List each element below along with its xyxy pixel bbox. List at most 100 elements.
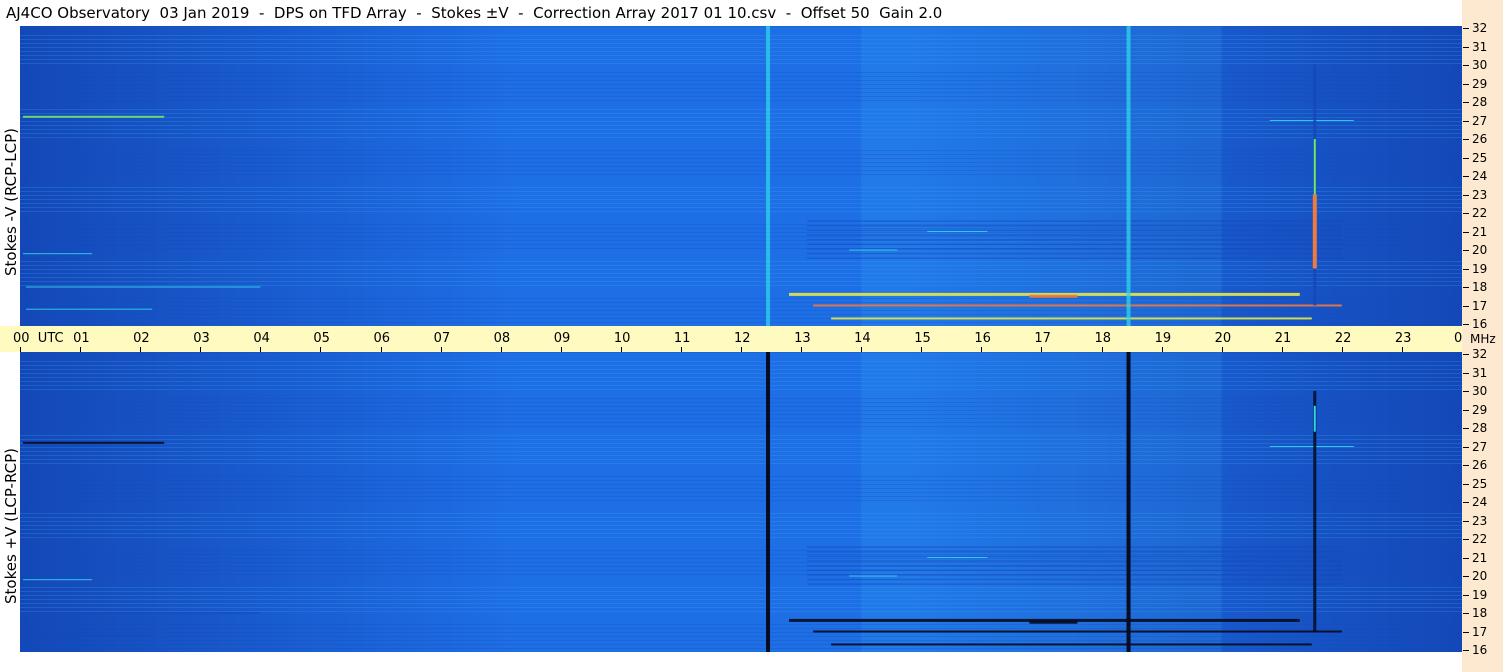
noise-streak — [20, 558, 1462, 559]
noise-streak — [20, 211, 1462, 212]
top-spectrogram — [20, 26, 1462, 326]
top-panel-label: Stokes -V (RCP-LCP) — [2, 128, 20, 276]
mhz-tick-label: 28 — [1472, 421, 1488, 435]
mhz-tick-label: 16 — [1472, 643, 1488, 657]
mhz-tick-label: 22 — [1472, 532, 1488, 546]
utc-tick-label: 14 — [854, 331, 871, 346]
noise-streak — [20, 26, 1462, 27]
utc-tick — [380, 347, 382, 352]
utc-tick-label: 02 — [133, 331, 150, 346]
mhz-tick-label: 21 — [1472, 550, 1488, 565]
mhz-tick — [1463, 446, 1469, 448]
noise-streak — [20, 199, 1462, 200]
noise-streak — [20, 158, 1462, 159]
noise-streak — [20, 84, 1462, 85]
mhz-tick — [1463, 268, 1469, 270]
mhz-tick — [1463, 465, 1469, 466]
noise-streak — [20, 398, 1462, 399]
mhz-tick-label: 26 — [1472, 458, 1488, 472]
noise-streak — [20, 35, 1462, 36]
noise-streak — [20, 459, 1462, 460]
interference-line — [813, 630, 1342, 633]
utc-tick — [320, 347, 322, 352]
mhz-tick — [1463, 428, 1469, 429]
noise-streak — [20, 166, 1462, 167]
utc-tick-label: 07 — [433, 331, 451, 346]
mhz-tick-label: 23 — [1472, 513, 1488, 528]
noise-streak — [20, 43, 1462, 44]
noise-streak — [20, 352, 1462, 353]
noise-streak — [20, 76, 1462, 77]
interference-band — [807, 248, 1342, 250]
noise-streak — [20, 529, 1462, 530]
noise-streak — [20, 521, 1462, 522]
noise-streak — [20, 562, 1462, 563]
noise-streak — [20, 554, 1462, 555]
interference-line — [1029, 620, 1078, 624]
mhz-tick-label: 20 — [1472, 243, 1488, 257]
noise-streak — [20, 365, 1462, 366]
noise-streak — [20, 154, 1462, 155]
utc-tick — [80, 347, 82, 352]
interference-band — [807, 569, 1342, 572]
noise-streak — [20, 636, 1462, 637]
noise-streak — [20, 525, 1462, 526]
noise-streak — [20, 273, 1462, 274]
mhz-tick-label: 29 — [1472, 402, 1488, 417]
utc-tick — [560, 347, 562, 352]
utc-tick-label: 15 — [914, 331, 931, 346]
utc-tick-label: 16 — [974, 331, 991, 346]
noise-streak — [20, 277, 1462, 278]
mhz-tick — [1463, 613, 1469, 614]
utc-tick — [861, 347, 863, 352]
utc-tick-label: 19 — [1154, 331, 1172, 346]
interference-band — [807, 243, 1342, 246]
noise-streak — [20, 92, 1462, 93]
noise-streak — [20, 269, 1462, 270]
vertical-line — [766, 26, 771, 326]
noise-streak — [20, 170, 1462, 171]
noise-streak — [20, 587, 1462, 588]
mhz-tick-label: 24 — [1472, 169, 1488, 183]
noise-streak — [20, 47, 1462, 48]
noise-streak — [20, 537, 1462, 538]
utc-tick — [741, 347, 742, 352]
interference-band — [807, 238, 1342, 241]
noise-streak — [20, 533, 1462, 534]
interference-band — [807, 225, 1342, 227]
vertical-line — [1126, 26, 1131, 326]
mhz-tick-label: 17 — [1472, 624, 1488, 639]
noise-streak — [20, 406, 1462, 407]
mhz-tick — [1463, 65, 1469, 66]
mhz-tick — [1463, 176, 1469, 177]
frequency-axis: 32 31 30 29 28 27 26 25 24 23 22 21 20 19 18 17 16 32 31 30… — [1462, 0, 1503, 672]
interference-band — [807, 252, 1342, 255]
noise-streak — [20, 207, 1462, 208]
utc-tick-label: 06 — [373, 331, 391, 346]
utc-tick-label: 09 — [553, 331, 571, 346]
utc-tick-label: 04 — [253, 331, 270, 346]
interference-line — [813, 304, 1342, 307]
noise-streak — [20, 195, 1462, 196]
noise-streak — [20, 129, 1462, 130]
noise-streak — [20, 162, 1462, 163]
bottom-panel-label-strip: Stokes +V (LCP-RCP) — [0, 352, 20, 652]
noise-streak — [20, 224, 1462, 225]
bottom-spectrogram-plot — [20, 352, 1462, 652]
noise-streak — [20, 476, 1462, 477]
utc-tick — [981, 347, 983, 352]
mhz-tick-label: 31 — [1472, 365, 1488, 380]
burst-top — [1313, 405, 1316, 432]
mhz-tick-label: 18 — [1472, 606, 1488, 620]
noise-streak — [20, 361, 1462, 362]
noise-streak — [20, 591, 1462, 592]
noise-streak — [20, 414, 1462, 415]
utc-tick-label: 01 — [73, 331, 90, 346]
utc-tick — [140, 347, 142, 352]
noise-streak — [20, 187, 1462, 188]
utc-time-axis: 00 UTC 01 02 03 04 05 06 07 08 09 10 11 12 13 14 15 16 17… — [0, 326, 1471, 352]
noise-streak — [20, 100, 1462, 101]
mhz-tick-label: 20 — [1472, 569, 1488, 583]
interference-band — [807, 257, 1342, 259]
interference-line — [831, 643, 1312, 646]
